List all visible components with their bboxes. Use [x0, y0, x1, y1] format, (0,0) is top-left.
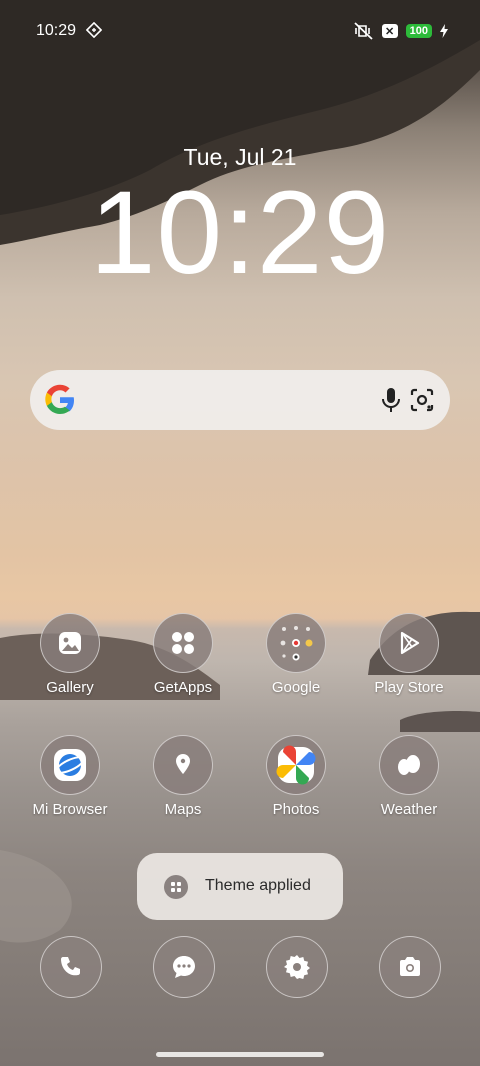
camera-icon [400, 957, 420, 976]
google-logo [45, 384, 74, 414]
google-folder-icon [266, 613, 326, 673]
settings-icon [284, 955, 310, 979]
home-indicator[interactable] [156, 1052, 324, 1057]
mic-icon[interactable] [378, 386, 404, 414]
app-getapps[interactable]: GetApps [128, 613, 238, 696]
status-bar: 10:29 ✕ 100 [0, 0, 480, 62]
dock-messages-button[interactable] [153, 936, 215, 998]
app-label: Weather [380, 801, 438, 818]
dock-settings-button[interactable] [266, 936, 328, 998]
app-google-folder[interactable]: Google [241, 613, 351, 696]
app-label: Photos [272, 801, 320, 818]
sync-icon [86, 22, 102, 38]
gallery-icon [40, 613, 100, 673]
app-label: Play Store [374, 679, 444, 696]
app-label: Google [271, 679, 321, 696]
app-photos[interactable]: Photos [241, 735, 351, 818]
mi-browser-icon [40, 735, 100, 795]
theme-applied-toast: Theme applied [137, 853, 343, 920]
weather-icon [379, 735, 439, 795]
dock-phone-button[interactable] [40, 936, 102, 998]
app-label: Gallery [46, 679, 94, 696]
app-weather[interactable]: Weather [354, 735, 464, 818]
maps-icon [153, 735, 213, 795]
lens-icon[interactable] [408, 386, 436, 414]
charging-icon [440, 24, 448, 38]
mute-vibrate-icon [354, 22, 373, 40]
app-label: Maps [164, 801, 202, 818]
theme-icon [164, 875, 188, 899]
app-maps[interactable]: Maps [128, 735, 238, 818]
messages-icon [173, 956, 195, 978]
dock-camera-button[interactable] [379, 936, 441, 998]
status-time: 10:29 [36, 22, 77, 39]
google-search-bar[interactable] [30, 370, 450, 430]
getapps-icon [153, 613, 213, 673]
app-label: Mi Browser [32, 801, 108, 818]
app-mi-browser[interactable]: Mi Browser [15, 735, 125, 818]
clock-widget[interactable]: 10:29 [0, 168, 480, 298]
app-play-store[interactable]: Play Store [354, 613, 464, 696]
battery-indicator: 100 [405, 24, 432, 38]
play-store-icon [379, 613, 439, 673]
toast-text: Theme applied [205, 877, 311, 894]
photos-icon [266, 735, 326, 795]
x-notification-icon: ✕ [381, 24, 398, 38]
app-gallery[interactable]: Gallery [15, 613, 125, 696]
app-label: GetApps [153, 679, 213, 696]
phone-icon [61, 957, 80, 976]
